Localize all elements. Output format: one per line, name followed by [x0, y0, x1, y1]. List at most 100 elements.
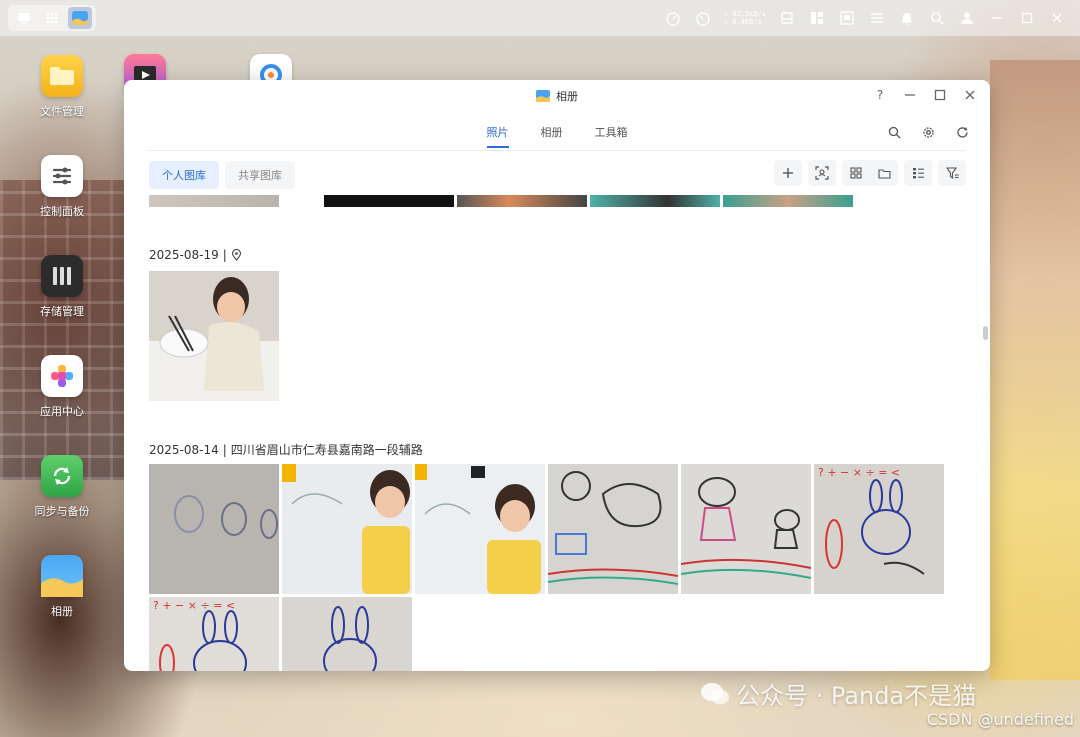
- storage-manager-icon: [41, 255, 83, 297]
- photos-title-icon: [536, 90, 550, 102]
- folder-icon: [41, 55, 83, 97]
- wechat-watermark: 公众号 · Panda不是猫: [700, 676, 976, 711]
- photo-thumbnail[interactable]: ? + − × ÷ = <: [149, 597, 279, 671]
- window-controls: ?: [872, 87, 978, 103]
- library-tabs: 个人图库 共享图库: [149, 161, 295, 189]
- header-divider: [148, 150, 966, 151]
- settings-sliders-icon[interactable]: [868, 9, 886, 27]
- desktop-icon-label: 应用中心: [40, 405, 84, 418]
- face-scan-button[interactable]: [808, 160, 836, 186]
- list-view-button[interactable]: [904, 160, 932, 186]
- watermark-text: 公众号 · Panda不是猫: [736, 682, 977, 710]
- window-title: 相册: [124, 88, 990, 104]
- photo-child-whiteboard: [282, 464, 412, 594]
- photo-thumbnail[interactable]: ? + − × ÷ = <: [814, 464, 944, 594]
- close-icon[interactable]: [1048, 9, 1066, 27]
- window-maximize-button[interactable]: [932, 87, 948, 103]
- desktop-icon-sync-backup[interactable]: 同步与备份: [17, 455, 107, 519]
- separator: |: [222, 248, 227, 262]
- photo-thumbnail-partial[interactable]: [149, 195, 279, 207]
- taskbar-photos-app[interactable]: [68, 7, 92, 29]
- tab-albums[interactable]: 相册: [541, 124, 563, 148]
- desktop-icon-control-panel[interactable]: 控制面板: [17, 155, 107, 219]
- refresh-icon: [956, 126, 968, 138]
- user-icon[interactable]: [958, 9, 976, 27]
- photo-thumbnail[interactable]: [548, 464, 678, 594]
- maximize-icon[interactable]: [1018, 9, 1036, 27]
- svg-text:? + − × ÷ = <: ? + − × ÷ = <: [818, 466, 900, 479]
- window-close-button[interactable]: [962, 87, 978, 103]
- desktop-icon-file-manager[interactable]: 文件管理: [17, 55, 107, 119]
- photo-bunny-drawing: ? + − × ÷ = <: [814, 464, 944, 594]
- scrollbar-thumb[interactable]: [983, 326, 988, 340]
- desktop-icon-label: 相册: [51, 605, 73, 618]
- photo-thumbnail-partial[interactable]: [457, 195, 587, 207]
- window-title-text: 相册: [556, 90, 578, 103]
- svg-text:? + − × ÷ = <: ? + − × ÷ = <: [153, 599, 235, 612]
- search-icon[interactable]: [928, 9, 946, 27]
- photo-bunny-drawing: ? + − × ÷ = <: [149, 597, 279, 671]
- storage-icon[interactable]: [778, 9, 796, 27]
- csdn-watermark: CSDN @undefined: [926, 710, 1074, 729]
- network-speed[interactable]: ↑ 92.5KB/s ↓ 6.4KB/s: [724, 10, 766, 26]
- photo-thumbnail[interactable]: [282, 464, 412, 594]
- tab-photos[interactable]: 照片: [486, 124, 509, 148]
- cpu-gauge-icon[interactable]: [664, 9, 682, 27]
- grid-icon: [850, 167, 862, 179]
- window-minimize-button[interactable]: [902, 87, 918, 103]
- desktop-icon-label: 控制面板: [40, 205, 84, 218]
- ram-gauge-icon[interactable]: [694, 9, 712, 27]
- refresh-button[interactable]: [954, 124, 970, 140]
- folder-view-button[interactable]: [870, 160, 898, 186]
- resource-monitor-icon[interactable]: [838, 9, 856, 27]
- search-button[interactable]: [886, 124, 902, 140]
- desktop-icon-app-center[interactable]: 应用中心: [17, 355, 107, 419]
- wallpaper-right: [990, 60, 1080, 680]
- photo-child-eating: [149, 271, 279, 401]
- tool-filter-group: [938, 160, 966, 186]
- notification-bell-icon[interactable]: [898, 9, 916, 27]
- shared-library-tab[interactable]: 共享图库: [225, 161, 295, 189]
- group-location[interactable]: 四川省眉山市仁寿县嘉南路一段辅路: [231, 441, 423, 458]
- personal-library-tab[interactable]: 个人图库: [149, 161, 219, 189]
- desktop-icon-photos[interactable]: 相册: [17, 555, 107, 619]
- desktop-icon-label: 同步与备份: [34, 505, 90, 518]
- photo-whiteboard-drawing: [548, 464, 678, 594]
- app-grid-icon[interactable]: [40, 7, 64, 29]
- photo-thumbnail[interactable]: [149, 271, 279, 401]
- sync-icon: [41, 455, 83, 497]
- grid-view-button[interactable]: [842, 160, 870, 186]
- widgets-icon[interactable]: [808, 9, 826, 27]
- photo-whiteboard-drawing: [149, 464, 279, 594]
- photo-timeline: 2025-08-19 | 2025-08-14 | 四川省眉山市仁寿县嘉南路一段…: [124, 186, 990, 671]
- net-down: ↓ 6.4KB/s: [723, 18, 762, 26]
- photo-thumbnail-partial[interactable]: [723, 195, 853, 207]
- photo-thumbnail[interactable]: [415, 464, 545, 594]
- photo-thumbnail[interactable]: [149, 464, 279, 594]
- help-button[interactable]: ?: [872, 87, 888, 103]
- group-date: 2025-08-19: [149, 248, 219, 262]
- settings-button[interactable]: [920, 124, 936, 140]
- tab-toolbox[interactable]: 工具箱: [595, 124, 628, 148]
- photo-thumbnail-partial[interactable]: [324, 195, 454, 207]
- folder-icon: [877, 168, 891, 179]
- view-mode-group: [842, 160, 898, 186]
- group-date: 2025-08-14: [149, 442, 219, 457]
- minimize-icon: [905, 94, 915, 96]
- window-titlebar[interactable]: 相册 ?: [124, 80, 990, 112]
- photo-thumbnail[interactable]: [681, 464, 811, 594]
- minimize-icon[interactable]: [988, 9, 1006, 27]
- add-button[interactable]: [774, 160, 802, 186]
- photos-window: 相册 ? 照片 相册 工具箱 个人图库 共享图库 2025-08-19 | 20…: [124, 80, 990, 671]
- filter-button[interactable]: [938, 160, 966, 186]
- desktop-icon-storage[interactable]: 存储管理: [17, 255, 107, 319]
- gear-icon: [922, 126, 934, 138]
- search-icon: [888, 126, 900, 138]
- photo-thumbnail-partial[interactable]: [590, 195, 720, 207]
- main-tabs: 照片 相册 工具箱: [124, 124, 990, 148]
- location-pin-icon[interactable]: [231, 249, 242, 261]
- desktop-icon-label: 文件管理: [40, 105, 84, 118]
- maximize-icon: [934, 89, 946, 101]
- photo-thumbnail[interactable]: [282, 597, 412, 671]
- show-desktop-icon[interactable]: [12, 7, 36, 29]
